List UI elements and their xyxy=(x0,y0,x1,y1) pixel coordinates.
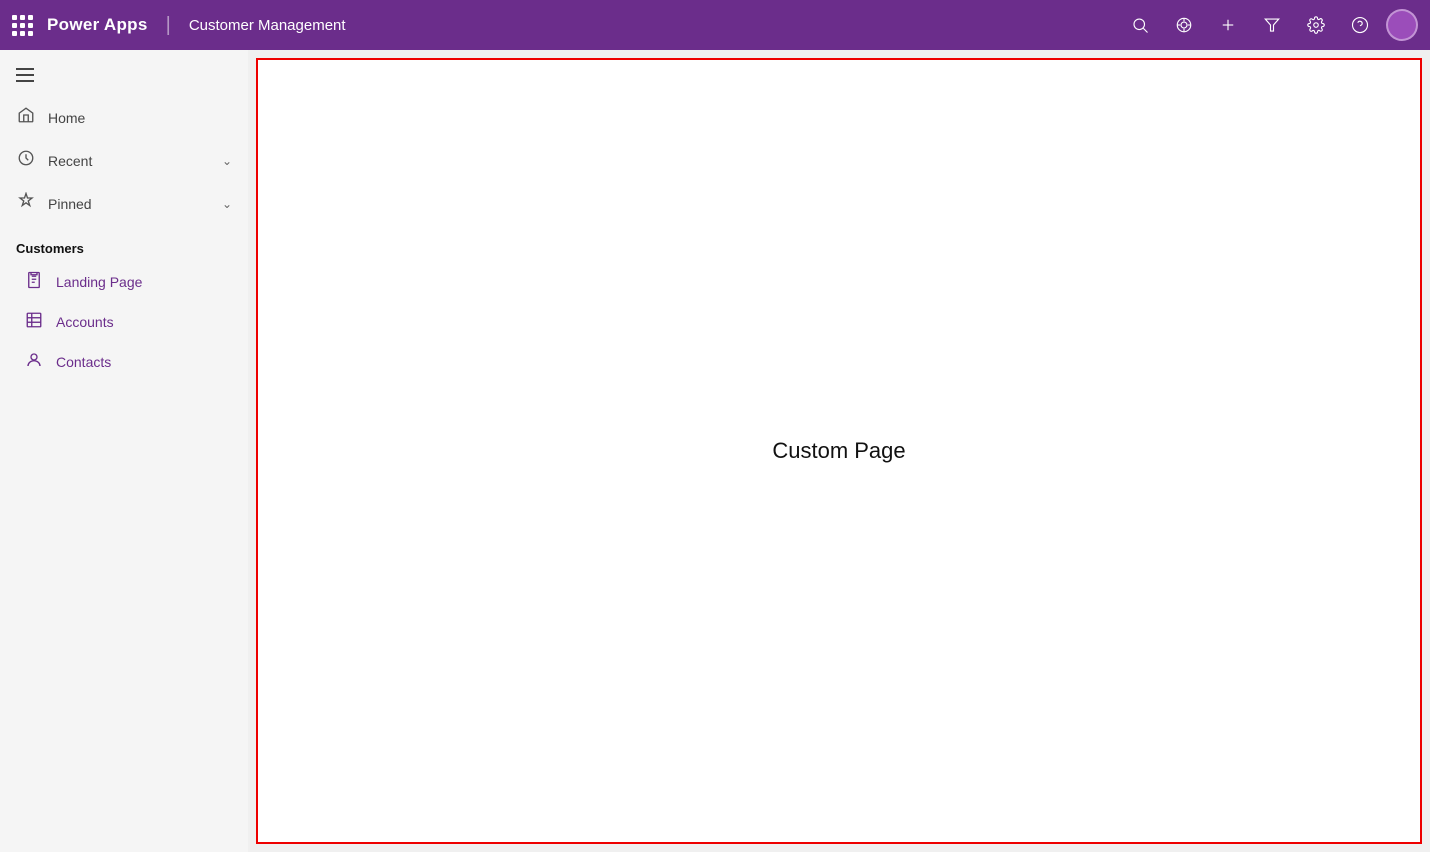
home-icon xyxy=(16,106,36,129)
sidebar-accounts-label: Accounts xyxy=(56,314,114,330)
sidebar: Home Recent ⌄ Pinned ⌄ Customers xyxy=(0,50,248,852)
hamburger-menu[interactable] xyxy=(0,58,248,96)
help-button[interactable] xyxy=(1342,7,1378,43)
topbar-appname: Customer Management xyxy=(189,17,346,34)
content-inner: Custom Page xyxy=(256,58,1422,844)
accounts-icon xyxy=(24,311,44,333)
sidebar-landing-page-label: Landing Page xyxy=(56,274,142,290)
sidebar-contacts-label: Contacts xyxy=(56,354,111,370)
sidebar-recent-label: Recent xyxy=(48,153,210,169)
content-area: Custom Page xyxy=(248,50,1430,852)
sidebar-item-contacts[interactable]: Contacts xyxy=(0,342,248,382)
user-avatar[interactable] xyxy=(1386,9,1418,41)
sidebar-item-accounts[interactable]: Accounts xyxy=(0,302,248,342)
sidebar-item-landing-page[interactable]: Landing Page xyxy=(0,262,248,302)
sidebar-item-recent[interactable]: Recent ⌄ xyxy=(0,139,248,182)
add-button[interactable] xyxy=(1210,7,1246,43)
pinned-chevron-icon: ⌄ xyxy=(222,197,232,211)
custom-page-text: Custom Page xyxy=(772,438,905,464)
main-container: Home Recent ⌄ Pinned ⌄ Customers xyxy=(0,50,1430,852)
search-button[interactable] xyxy=(1122,7,1158,43)
landing-page-icon xyxy=(24,271,44,293)
topbar: Power Apps | Customer Management xyxy=(0,0,1430,50)
sidebar-pinned-label: Pinned xyxy=(48,196,210,212)
recent-chevron-icon: ⌄ xyxy=(222,154,232,168)
target-button[interactable] xyxy=(1166,7,1202,43)
settings-button[interactable] xyxy=(1298,7,1334,43)
topbar-divider: | xyxy=(166,14,171,37)
sidebar-item-pinned[interactable]: Pinned ⌄ xyxy=(0,182,248,225)
pinned-icon xyxy=(16,192,36,215)
contacts-icon xyxy=(24,351,44,373)
sidebar-home-label: Home xyxy=(48,110,232,126)
sidebar-item-home[interactable]: Home xyxy=(0,96,248,139)
topbar-left: Power Apps | Customer Management xyxy=(12,14,1122,37)
waffle-icon[interactable] xyxy=(12,15,33,36)
recent-icon xyxy=(16,149,36,172)
topbar-actions xyxy=(1122,7,1418,43)
customers-section-label: Customers xyxy=(0,225,248,262)
filter-button[interactable] xyxy=(1254,7,1290,43)
topbar-brand: Power Apps xyxy=(47,15,148,35)
